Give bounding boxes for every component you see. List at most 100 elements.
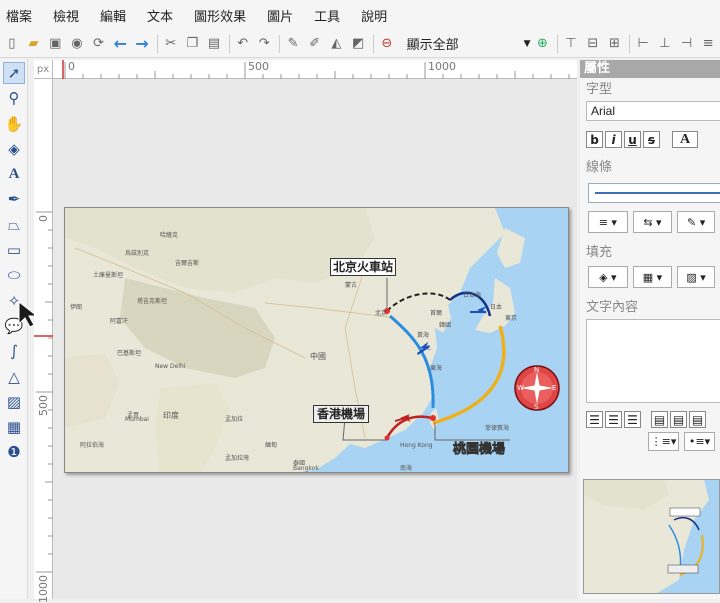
hand-tool-icon[interactable]: ✋ xyxy=(3,113,25,135)
fill-color-button[interactable]: ◈ ▾ xyxy=(588,266,628,288)
menu-effects[interactable]: 圖形效果 xyxy=(194,6,246,25)
zoom-in-icon[interactable]: ⊕ xyxy=(533,34,553,54)
number-tool-icon[interactable]: ❶ xyxy=(3,441,25,463)
copy-icon[interactable]: ❐ xyxy=(182,34,202,54)
place-label: 北京 xyxy=(375,310,388,317)
distribute-icon[interactable]: ≡ xyxy=(698,34,718,54)
canvas-thumbnail[interactable] xyxy=(583,479,720,594)
place-label: 伊朗 xyxy=(70,304,83,311)
ellipse-tool-icon[interactable]: ⬭ xyxy=(3,264,25,286)
undo-icon[interactable]: ↶ xyxy=(233,34,253,54)
zoom-select[interactable]: 顯示全部 ▼ xyxy=(401,34,531,54)
brush-icon[interactable]: ✐ xyxy=(305,34,325,54)
image-tool-icon[interactable]: ▨ xyxy=(3,391,25,413)
menu-image[interactable]: 圖片 xyxy=(267,6,293,25)
flip-icon[interactable]: ◭ xyxy=(327,34,347,54)
text-color-button[interactable]: A xyxy=(672,131,698,148)
open-folder-icon[interactable]: ▰ xyxy=(24,34,44,54)
align-middle-icon[interactable]: ⊟ xyxy=(583,34,603,54)
line-color-button[interactable]: ✎ ▾ xyxy=(677,211,715,233)
italic-button[interactable]: i xyxy=(605,131,622,148)
back-arrow-icon[interactable]: ← xyxy=(110,34,130,54)
cut-icon[interactable]: ✂ xyxy=(161,34,181,54)
line-width-button[interactable]: ≡ ▾ xyxy=(588,211,628,233)
line-style-select[interactable] xyxy=(588,183,720,203)
align-center-icon[interactable]: ⊥ xyxy=(655,34,675,54)
redo-icon[interactable]: ↷ xyxy=(255,34,275,54)
disc-icon[interactable]: ◉ xyxy=(67,34,87,54)
thumbnail-map xyxy=(584,480,719,593)
menu-edit[interactable]: 編輯 xyxy=(100,6,126,25)
place-label: 韓國 xyxy=(439,322,452,329)
select-arrow-icon[interactable]: ➚ xyxy=(3,62,25,84)
text-align-right-icon[interactable]: ☰ xyxy=(624,411,641,428)
numbered-list-button[interactable]: ⋮≡▾ xyxy=(648,432,679,451)
new-file-icon[interactable]: ▯ xyxy=(2,34,22,54)
line-arrow-button[interactable]: ⇆ ▾ xyxy=(632,211,673,233)
place-label: 孟加拉 xyxy=(225,416,244,423)
text-content-field[interactable] xyxy=(586,319,720,403)
edit-icon[interactable]: ✎ xyxy=(283,34,303,54)
place-label: 塔吉克斯坦 xyxy=(137,298,168,305)
fill-pattern-button[interactable]: ▦ ▾ xyxy=(632,266,673,288)
curve-tool-icon[interactable]: ∫ xyxy=(3,340,25,362)
ruler-mark: 500 xyxy=(248,60,269,73)
toolbar-divider xyxy=(629,34,631,53)
save-icon[interactable]: ▣ xyxy=(45,34,65,54)
zoom-tool-icon[interactable]: ⚲ xyxy=(3,87,25,109)
zoom-out-icon[interactable]: ⊖ xyxy=(377,34,397,54)
compass-s: S xyxy=(534,403,539,411)
triangle-tool-icon[interactable]: △ xyxy=(3,366,25,388)
place-label: 巴基斯坦 xyxy=(117,350,142,357)
menu-view[interactable]: 檢視 xyxy=(53,6,79,25)
font-select[interactable]: Arial xyxy=(586,101,720,121)
toolbar-divider xyxy=(372,34,374,53)
toolbar-divider xyxy=(156,34,158,53)
perspective-icon[interactable]: ◩ xyxy=(348,34,368,54)
align-bottom-icon[interactable]: ⊞ xyxy=(605,34,625,54)
line-preview xyxy=(595,192,720,194)
menu-help[interactable]: 說明 xyxy=(361,6,387,25)
align-right-icon[interactable]: ⊣ xyxy=(677,34,697,54)
align-row: ☰ ☰ ☰ ▤ ▤ ▤ xyxy=(586,411,720,428)
fill-options-row: ◈ ▾ ▦ ▾ ▨ ▾ xyxy=(588,266,720,288)
place-label: 菲律賓海 xyxy=(485,425,510,432)
label-taoyuan[interactable]: 桃園機場 xyxy=(453,442,506,458)
valign-top-icon[interactable]: ▤ xyxy=(651,411,668,428)
valign-bottom-icon[interactable]: ▤ xyxy=(689,411,706,428)
menu-tools[interactable]: 工具 xyxy=(314,6,340,25)
fill-image-button[interactable]: ▨ ▾ xyxy=(677,266,715,288)
polygon-tool-icon[interactable]: ⏢ xyxy=(3,214,25,236)
text-align-center-icon[interactable]: ☰ xyxy=(605,411,622,428)
rectangle-tool-icon[interactable]: ▭ xyxy=(3,239,25,261)
label-beijing[interactable]: 北京火車站 xyxy=(330,258,397,276)
place-label: 南海 xyxy=(400,465,413,472)
bullet-list-button[interactable]: •≡▾ xyxy=(684,432,715,451)
strike-button[interactable]: s xyxy=(643,131,660,148)
canvas-area[interactable]: px 0 500 1000 0 500 1000 北京火車站 香港機場 桃園機場… xyxy=(34,60,577,603)
menu-text[interactable]: 文本 xyxy=(147,6,173,25)
node-tool-icon[interactable]: ◈ xyxy=(3,138,25,160)
refresh-icon[interactable]: ⟳ xyxy=(89,34,109,54)
place-label: 黃海 xyxy=(417,332,430,339)
format-row: b i u s A xyxy=(586,131,720,148)
tool-palette: ➚ ⚲ ✋ ◈ A ✒ ⏢ ▭ ⬭ ✧ 💬 ∫ △ ▨ ▦ ❶ xyxy=(0,59,28,599)
ruler-top: 0 500 1000 xyxy=(53,60,577,79)
pen-tool-icon[interactable]: ✒ xyxy=(3,188,25,210)
paste-icon[interactable]: ▤ xyxy=(204,34,224,54)
underline-button[interactable]: u xyxy=(624,131,641,148)
text-align-left-icon[interactable]: ☰ xyxy=(586,411,603,428)
toolbar: ▯ ▰ ▣ ◉ ⟳ ← → ✂ ❐ ▤ ↶ ↷ ✎ ✐ ◭ ◩ ⊖ 顯示全部 ▼… xyxy=(0,30,720,58)
mosaic-tool-icon[interactable]: ▦ xyxy=(3,416,25,438)
map-image[interactable]: 北京火車站 香港機場 桃園機場 N S W E 中國 韓國 日本 印度 蒙古 哈… xyxy=(64,207,569,473)
valign-middle-icon[interactable]: ▤ xyxy=(670,411,687,428)
forward-arrow-icon[interactable]: → xyxy=(132,34,152,54)
font-section-label: 字型 xyxy=(586,82,613,97)
place-label: 日本海 xyxy=(463,292,482,299)
text-tool-icon[interactable]: A xyxy=(3,163,25,185)
bold-button[interactable]: b xyxy=(586,131,603,148)
align-left-icon[interactable]: ⊢ xyxy=(633,34,653,54)
menu-file[interactable]: 檔案 xyxy=(6,6,32,25)
align-top-icon[interactable]: ⊤ xyxy=(561,34,581,54)
label-hongkong[interactable]: 香港機場 xyxy=(313,405,370,423)
